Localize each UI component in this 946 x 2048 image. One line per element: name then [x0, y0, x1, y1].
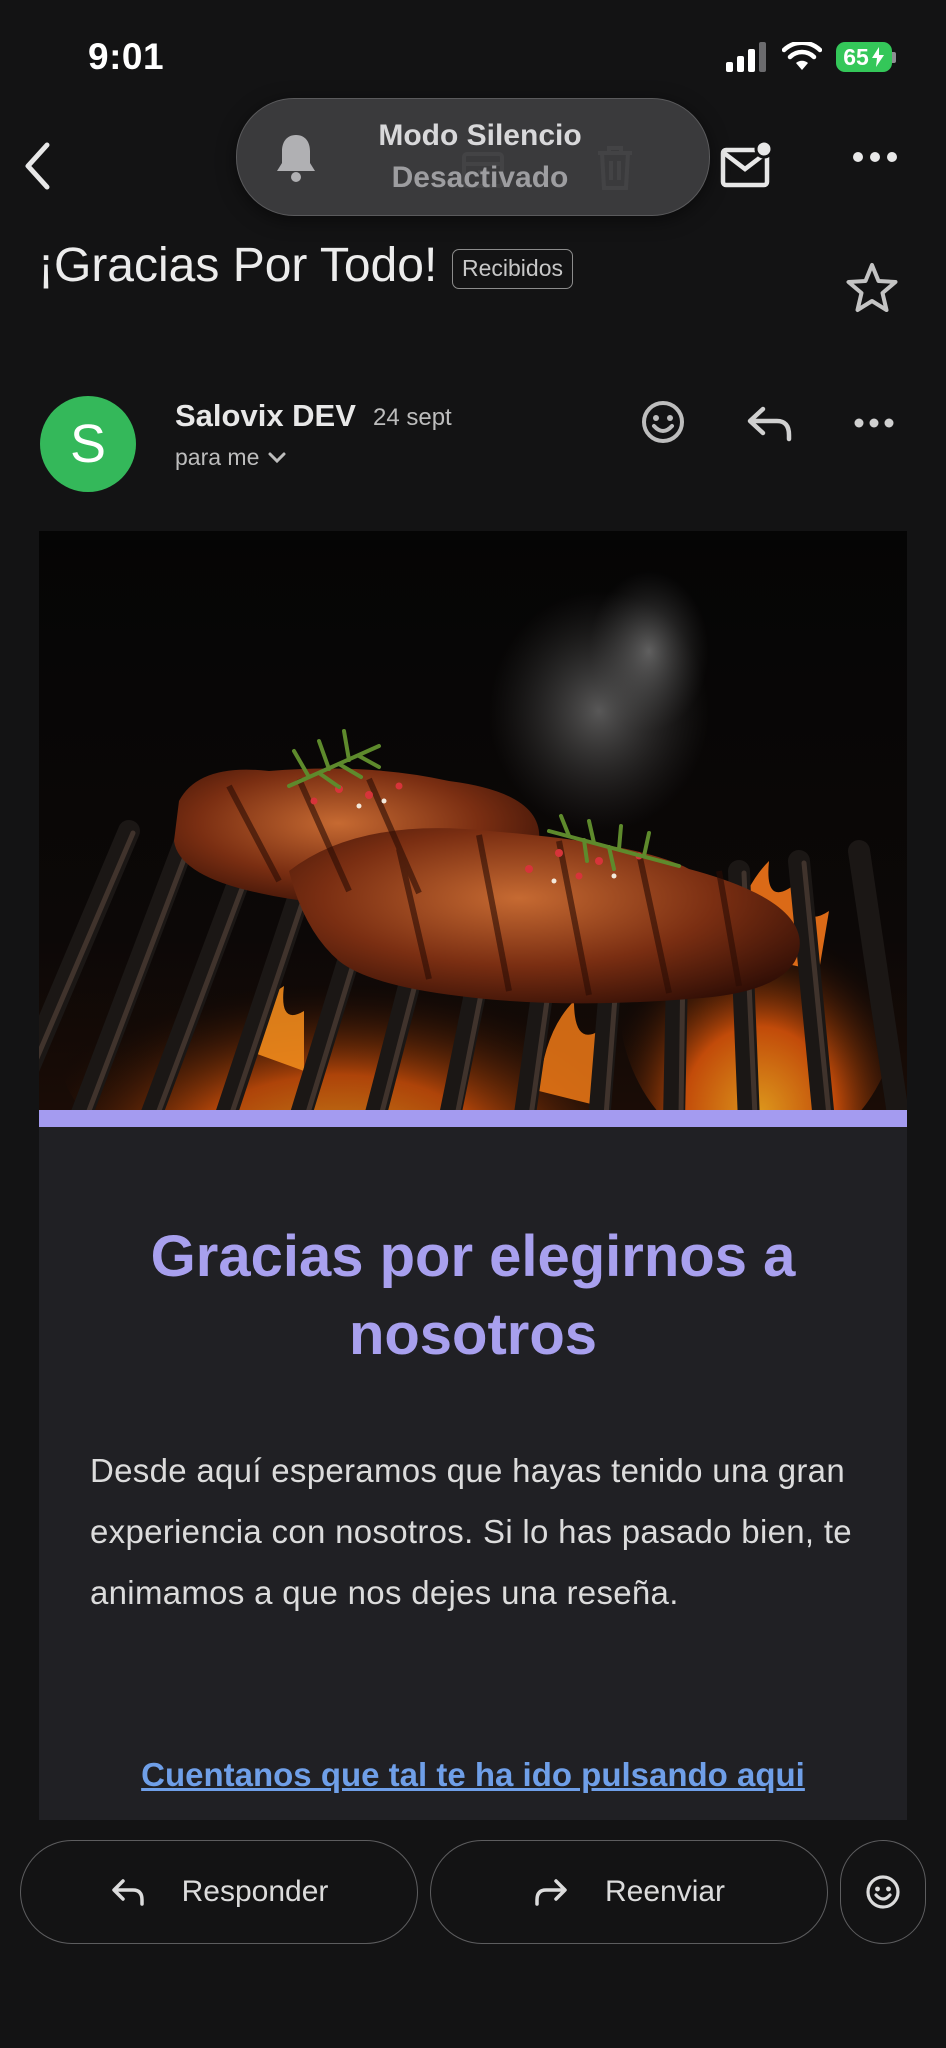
more-horizontal-icon — [853, 152, 897, 162]
sender-name[interactable]: Salovix DEV — [175, 398, 356, 434]
more-horizontal-icon — [854, 418, 894, 428]
emoji-icon — [642, 401, 684, 443]
forward-pill-button[interactable]: Reenviar — [430, 1840, 828, 1944]
status-icons: 65 — [724, 42, 896, 72]
mail-unread-icon — [720, 140, 774, 188]
email-subject: ¡Gracias Por Todo! — [38, 239, 438, 292]
react-pill-button[interactable] — [840, 1840, 926, 1944]
recipients-toggle[interactable]: para me — [175, 444, 287, 471]
chevron-down-icon — [268, 452, 286, 463]
inbox-label-badge[interactable]: Recibidos — [452, 249, 573, 289]
reply-button[interactable] — [745, 403, 795, 443]
toast-title: Modo Silencio — [378, 119, 582, 152]
reply-label: Responder — [181, 1875, 329, 1908]
charging-bolt-icon — [871, 47, 884, 67]
forward-icon — [535, 1879, 567, 1906]
reply-pill-button[interactable]: Responder — [20, 1840, 418, 1944]
emoji-icon — [866, 1875, 900, 1909]
reply-icon — [747, 406, 792, 442]
back-arrow-icon — [25, 142, 50, 190]
star-icon — [846, 263, 898, 312]
battery-level: 65 — [843, 43, 869, 70]
email-paragraph: Desde aquí esperamos que hayas tenido un… — [90, 1452, 852, 1611]
accent-bar — [39, 1110, 907, 1127]
email-headline: Gracias por elegirnos a nosotros — [150, 1224, 796, 1367]
reply-icon — [111, 1879, 144, 1906]
message-more-button[interactable] — [853, 417, 895, 429]
forward-label: Reenviar — [604, 1875, 726, 1908]
more-options-button[interactable] — [852, 150, 898, 164]
review-link[interactable]: Cuentanos que tal te ha ido pulsando aqu… — [39, 1756, 907, 1794]
add-reaction-button[interactable] — [640, 399, 686, 445]
mark-unread-button[interactable] — [720, 140, 774, 190]
email-date: 24 sept — [373, 404, 452, 431]
wifi-icon — [782, 42, 822, 70]
email-hero-image — [39, 531, 907, 1110]
status-time: 9:01 — [88, 36, 165, 77]
silent-mode-toast: Modo Silencio Desactivado — [236, 98, 710, 216]
signal-icon — [726, 42, 766, 72]
back-button[interactable] — [14, 138, 60, 194]
star-button[interactable] — [845, 262, 899, 314]
toast-subtitle: Desactivado — [391, 161, 569, 194]
battery-indicator: 65 — [836, 42, 896, 72]
sender-avatar[interactable]: S — [40, 396, 136, 492]
recipients-label: para me — [175, 444, 260, 470]
